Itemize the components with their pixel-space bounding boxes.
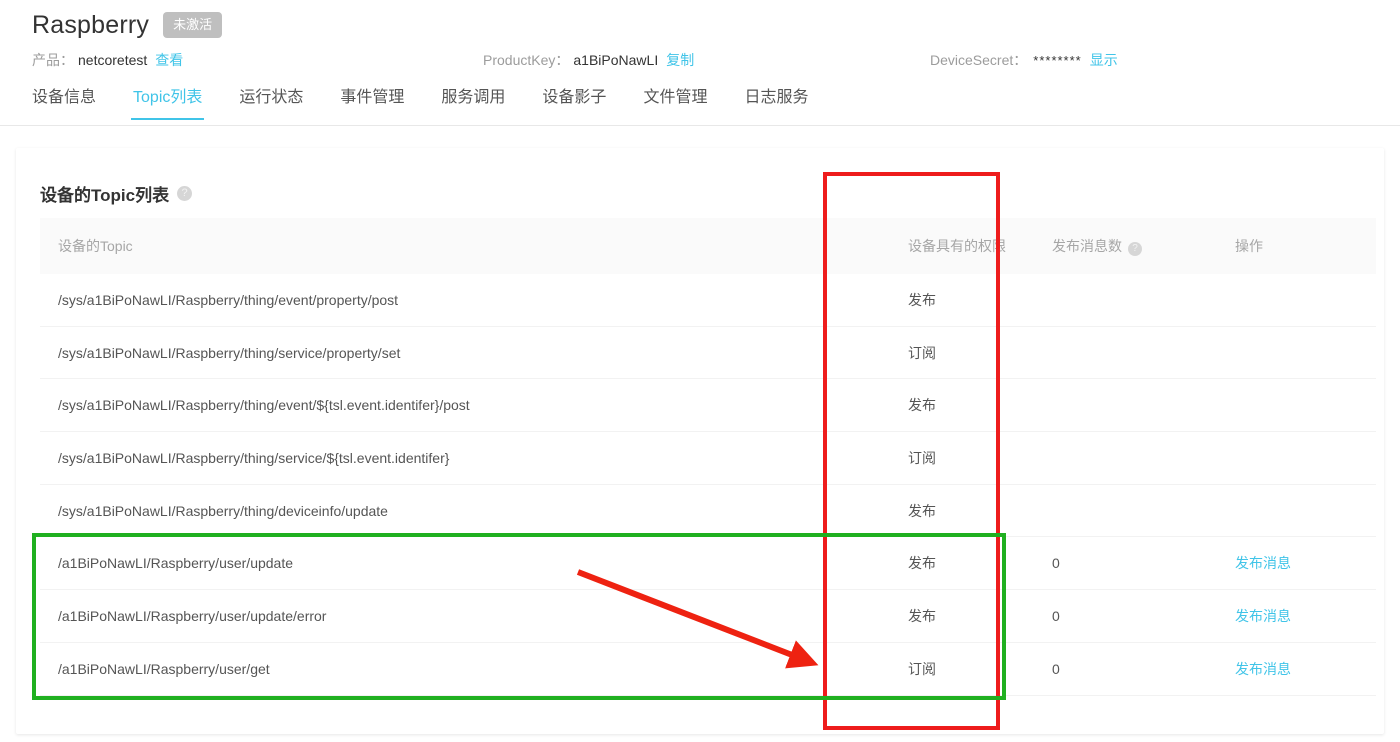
tab-0[interactable]: 设备信息 [32,84,96,120]
page-header: Raspberry 未激活 产品： netcoretest 查看 ProductKe… [0,0,1400,126]
cell-permission: 发布 [908,291,936,308]
cell-topic: /sys/a1BiPoNawLI/Raspberry/thing/service… [58,449,450,466]
column-header-topic: 设备的Topic [58,238,133,254]
topic-table: 设备的Topic 设备具有的权限 发布消息数? 操作 /sys/a1BiPoNa… [40,218,1376,696]
cell-permission: 订阅 [908,449,936,466]
column-header-permission: 设备具有的权限 [908,238,1006,254]
help-circle-icon[interactable]: ? [177,185,193,201]
column-header-count-label: 发布消息数 [1052,238,1122,254]
publish-message-link[interactable]: 发布消息 [1235,608,1291,624]
device-secret-value: ******** [1033,53,1082,68]
cell-permission: 发布 [908,607,936,624]
view-product-link[interactable]: 查看 [155,52,183,68]
product-name: netcoretest [78,52,148,68]
product-info: 产品： netcoretest 查看 [32,50,183,70]
table-row: /sys/a1BiPoNawLI/Raspberry/thing/devicei… [40,485,1376,538]
cell-topic: /sys/a1BiPoNawLI/Raspberry/thing/devicei… [58,502,388,519]
help-circle-icon[interactable]: ? [1128,242,1142,256]
cell-permission: 发布 [908,555,936,572]
device-secret-label: DeviceSecret： [930,52,1028,68]
table-row: /a1BiPoNawLI/Raspberry/user/update 发布 0 发布消… [40,537,1376,591]
table-row: /sys/a1BiPoNawLI/Raspberry/thing/service… [40,432,1376,485]
table-row: /a1BiPoNawLI/Raspberry/user/get 订阅 0 发布消息 [40,643,1376,696]
tab-6[interactable]: 文件管理 [643,84,707,120]
device-detail-page: Raspberry 未激活 产品： netcoretest 查看 ProductKe… [0,0,1400,742]
cell-topic: /a1BiPoNawLI/Raspberry/user/update/error [58,607,327,624]
cell-message-count: 0 [1052,555,1060,572]
tab-4[interactable]: 服务调用 [441,84,505,120]
cell-topic: /a1BiPoNawLI/Raspberry/user/get [58,660,270,677]
cell-topic: /sys/a1BiPoNawLI/Raspberry/thing/event/p… [58,291,399,308]
tab-2[interactable]: 运行状态 [239,84,303,120]
product-key-label: ProductKey： [483,52,570,68]
cell-message-count: 0 [1052,660,1060,677]
cell-topic: /sys/a1BiPoNawLI/Raspberry/thing/service… [58,344,401,361]
product-key-value: a1BiPoNawLI [573,52,659,68]
tab-1[interactable]: Topic列表 [131,84,205,120]
product-label: 产品： [32,52,74,68]
tab-bar: 设备信息 Topic列表 运行状态 事件管理 服务调用 设备影子 文件管理 日志服务 [0,84,1400,126]
status-badge: 未激活 [163,12,223,38]
device-secret-info: DeviceSecret： ******** 显示 [930,50,1118,70]
tab-3[interactable]: 事件管理 [340,84,404,120]
product-key-info: ProductKey： a1BiPoNawLI 复制 [483,50,694,70]
table-body: /sys/a1BiPoNawLI/Raspberry/thing/event/p… [40,274,1376,696]
table-row: /a1BiPoNawLI/Raspberry/user/update/error… [40,590,1376,643]
cell-topic: /a1BiPoNawLI/Raspberry/user/update [58,555,294,572]
cell-permission: 订阅 [908,660,936,677]
publish-message-link[interactable]: 发布消息 [1235,661,1291,677]
column-header-count: 发布消息数? [1030,236,1190,256]
table-row: /sys/a1BiPoNawLI/Raspberry/thing/event/$… [40,379,1376,433]
tab-7[interactable]: 日志服务 [744,84,808,120]
cell-operations: 发布消息 [1190,553,1376,573]
table-header-row: 设备的Topic 设备具有的权限 发布消息数? 操作 [40,218,1376,274]
copy-product-key-link[interactable]: 复制 [666,52,694,68]
cell-topic: /sys/a1BiPoNawLI/Raspberry/thing/event/$… [58,397,470,414]
show-device-secret-link[interactable]: 显示 [1090,52,1118,68]
card-title-row: 设备的Topic列表 ? [16,148,1384,210]
table-row: /sys/a1BiPoNawLI/Raspberry/thing/event/p… [40,274,1376,327]
cell-permission: 发布 [908,397,936,414]
page-title: Raspberry [32,10,150,39]
cell-operations: 发布消息 [1190,659,1376,679]
table-row: /sys/a1BiPoNawLI/Raspberry/thing/service… [40,327,1376,380]
cell-permission: 订阅 [908,344,936,361]
tab-5[interactable]: 设备影子 [542,84,606,120]
cell-operations: 发布消息 [1190,606,1376,626]
cell-message-count: 0 [1052,607,1060,624]
column-header-operations: 操作 [1235,238,1263,254]
cell-permission: 发布 [908,502,936,519]
meta-row: 产品： netcoretest 查看 ProductKey： a1BiPoNawLI 复… [0,44,1400,80]
card-title: 设备的Topic列表 [40,185,170,205]
title-row: Raspberry 未激活 [0,0,1400,39]
publish-message-link[interactable]: 发布消息 [1235,555,1291,571]
